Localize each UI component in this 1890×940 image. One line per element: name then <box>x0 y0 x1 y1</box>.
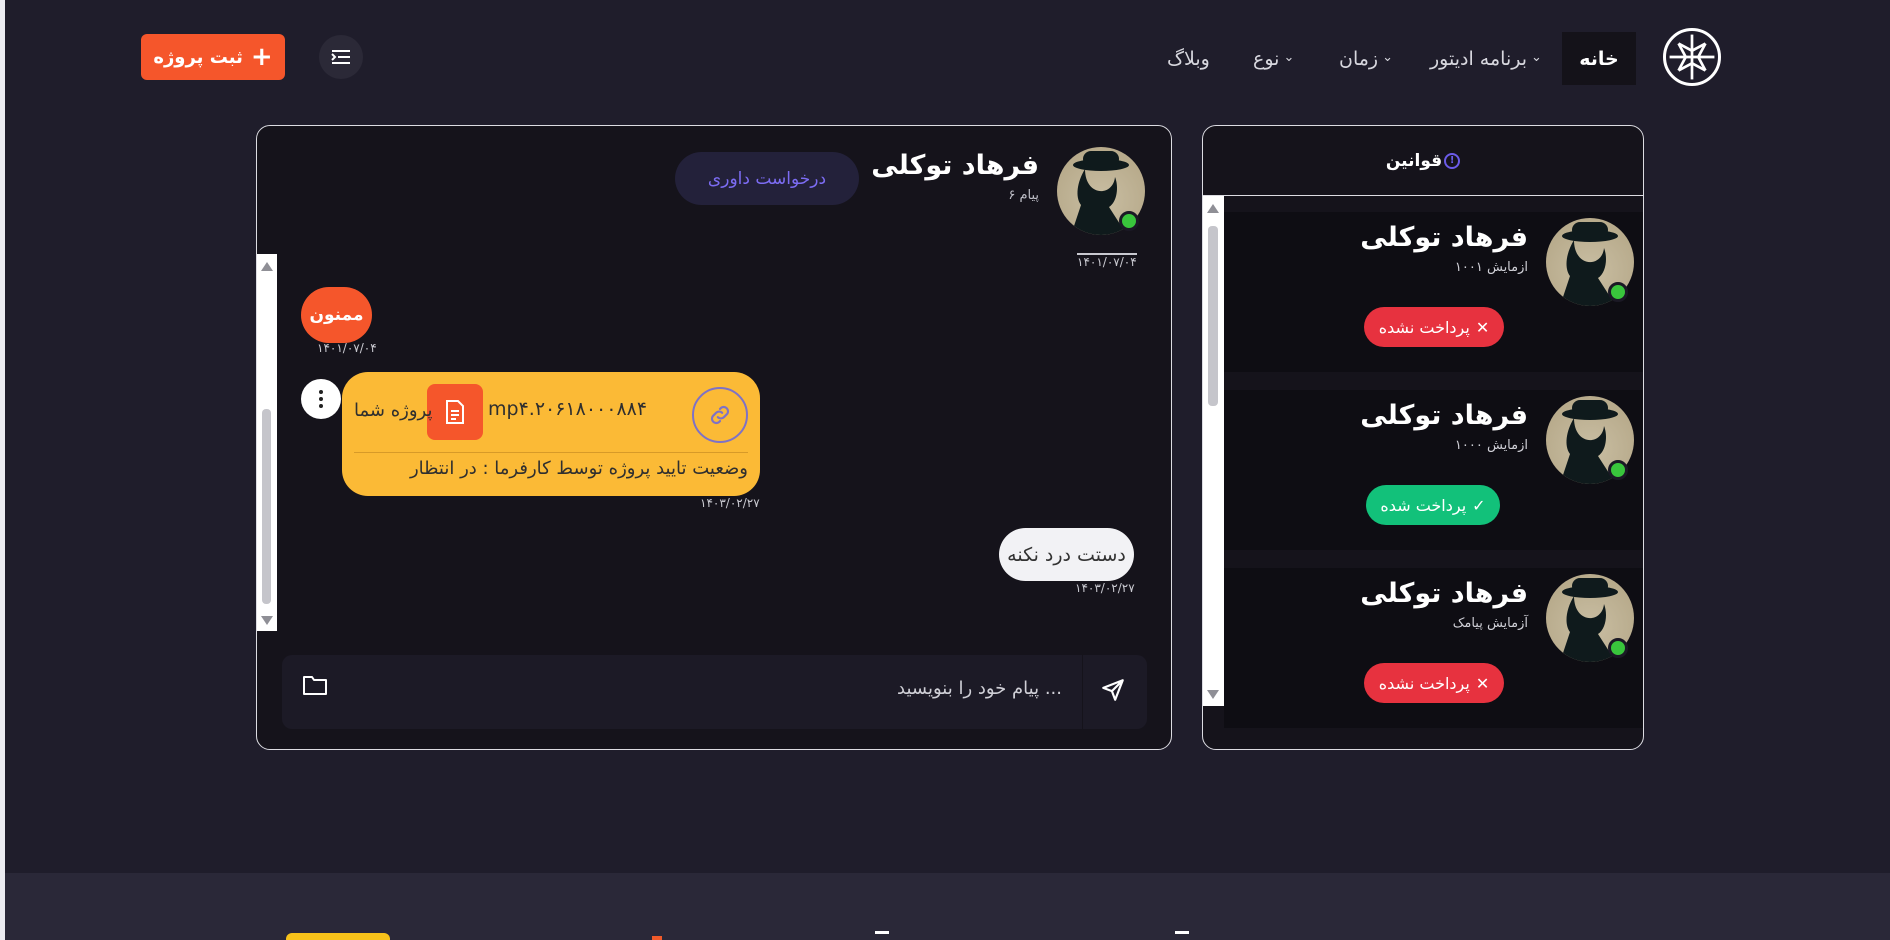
chevron-down-icon: ⌄ <box>1382 50 1394 65</box>
approval-status: وضعیت تایید پروژه توسط کارفرما : در انتظ… <box>409 458 748 479</box>
message-bubble-received: دستت درد نکنه <box>999 528 1134 581</box>
payment-status-label: پرداخت نشده <box>1378 317 1470 337</box>
file-name[interactable]: mp۴.۲۰۶۱۸۰۰۰۸۸۴ <box>488 398 647 420</box>
send-icon <box>1102 679 1124 701</box>
nav-blog[interactable]: وبلاگ <box>1167 32 1210 85</box>
message-date: ۱۴۰۳/۰۲/۲۷ <box>1075 581 1135 595</box>
scroll-up-icon[interactable] <box>1207 204 1219 213</box>
close-icon: ✕ <box>1475 673 1490 693</box>
submit-project-label: ثبت پروژه <box>153 46 243 68</box>
nav-home[interactable]: خانه <box>1562 32 1636 85</box>
scroll-thumb[interactable] <box>1208 226 1218 406</box>
chevron-down-icon: ⌄ <box>1531 50 1542 65</box>
more-vertical-icon <box>319 390 323 394</box>
rules-link[interactable]: قوانین ! <box>1203 126 1643 196</box>
project-title: آزمایش پیامک <box>1452 616 1528 631</box>
message-date: ۱۴۰۳/۰۲/۲۷ <box>700 496 760 510</box>
send-button[interactable] <box>1100 677 1126 707</box>
footer-heading <box>1175 931 1189 940</box>
page-edge <box>0 0 5 940</box>
chevron-down-icon: ⌄ <box>1283 50 1295 65</box>
project-item[interactable]: فرهاد توکلی ازمایش ۱۰۰۰ پرداخت شده ✓ <box>1224 390 1643 550</box>
info-icon: ! <box>1444 152 1461 169</box>
online-status-dot <box>1608 460 1628 480</box>
online-status-dot <box>1608 282 1628 302</box>
chat-user-name: فرهاد توکلی <box>871 150 1039 181</box>
payment-status-badge: پرداخت شده ✓ <box>1366 485 1500 525</box>
plus-icon: + <box>250 42 273 72</box>
file-download-button[interactable] <box>427 384 483 440</box>
projects-scrollbar[interactable] <box>1203 196 1224 706</box>
scroll-down-icon[interactable] <box>1207 690 1219 699</box>
folder-icon <box>303 676 327 695</box>
divider <box>1082 655 1083 729</box>
divider <box>354 452 748 453</box>
file-label: پروژه شما <box>354 400 433 421</box>
project-item[interactable]: فرهاد توکلی ازمایش ۱۰۰۱ پرداخت نشده ✕ <box>1224 212 1643 372</box>
nav-time-label: زمان <box>1339 47 1379 70</box>
nav-type-label: نوع <box>1253 47 1280 70</box>
footer-accent <box>652 936 662 940</box>
footer-heading <box>875 931 889 940</box>
payment-status-label: پرداخت شده <box>1380 495 1467 515</box>
nav-editor-program[interactable]: برنامه ادیتور ⌄ <box>1430 32 1542 85</box>
arbitration-request-button[interactable]: درخواست داوری <box>675 152 859 205</box>
projects-panel: قوانین ! فرهاد توکلی ازمایش ۱۰۰۱ پرداخت … <box>1202 125 1644 750</box>
file-message-card: mp۴.۲۰۶۱۸۰۰۰۸۸۴ پروژه شما وضعیت تایید پر… <box>342 372 760 496</box>
online-status-dot <box>1608 638 1628 658</box>
message-date: ۱۴۰۱/۰۷/۰۴ <box>1077 253 1137 269</box>
project-item[interactable]: فرهاد توکلی آزمایش پیامک پرداخت نشده ✕ <box>1224 568 1643 728</box>
menu-icon <box>331 50 350 64</box>
chat-message-count: ۶ پیام <box>1008 188 1039 203</box>
close-icon: ✕ <box>1475 317 1490 337</box>
message-composer: پیام خود را بنویسید ... <box>282 655 1147 729</box>
project-client-name: فرهاد توکلی <box>1360 400 1528 431</box>
site-logo[interactable] <box>1663 28 1721 86</box>
message-input[interactable]: پیام خود را بنویسید ... <box>897 678 1062 699</box>
attach-file-button[interactable] <box>302 673 328 701</box>
project-client-name: فرهاد توکلی <box>1360 578 1528 609</box>
file-document-icon <box>446 400 464 424</box>
nav-type[interactable]: نوع ⌄ <box>1253 32 1294 85</box>
sidebar-toggle-button[interactable] <box>319 35 363 79</box>
submit-project-button[interactable]: ثبت پروژه + <box>141 34 285 80</box>
footer <box>5 873 1890 940</box>
link-icon <box>710 405 730 425</box>
scroll-thumb[interactable] <box>262 409 271 604</box>
nav-time[interactable]: زمان ⌄ <box>1339 32 1393 85</box>
payment-status-badge: پرداخت نشده ✕ <box>1364 663 1504 703</box>
copy-link-button[interactable] <box>692 387 748 443</box>
message-options-button[interactable] <box>301 379 341 419</box>
logo-icon <box>1669 34 1715 80</box>
project-title: ازمایش ۱۰۰۱ <box>1454 260 1528 275</box>
message-bubble-sent: ممنون <box>301 287 372 343</box>
project-client-name: فرهاد توکلی <box>1360 222 1528 253</box>
scroll-down-icon[interactable] <box>261 616 273 625</box>
payment-status-badge: پرداخت نشده ✕ <box>1364 307 1504 347</box>
footer-button[interactable] <box>286 933 390 940</box>
message-date: ۱۴۰۱/۰۷/۰۴ <box>317 341 377 355</box>
chat-panel: فرهاد توکلی ۶ پیام درخواست داوری ۱۴۰۱/۰۷… <box>256 125 1172 750</box>
check-icon: ✓ <box>1472 495 1486 515</box>
nav-editor-program-label: برنامه ادیتور <box>1430 47 1528 70</box>
payment-status-label: پرداخت نشده <box>1378 673 1470 693</box>
scroll-up-icon[interactable] <box>261 262 273 271</box>
project-title: ازمایش ۱۰۰۰ <box>1454 438 1528 453</box>
rules-label: قوانین <box>1385 150 1443 171</box>
online-status-dot <box>1119 211 1139 231</box>
chat-scrollbar[interactable] <box>257 254 277 631</box>
